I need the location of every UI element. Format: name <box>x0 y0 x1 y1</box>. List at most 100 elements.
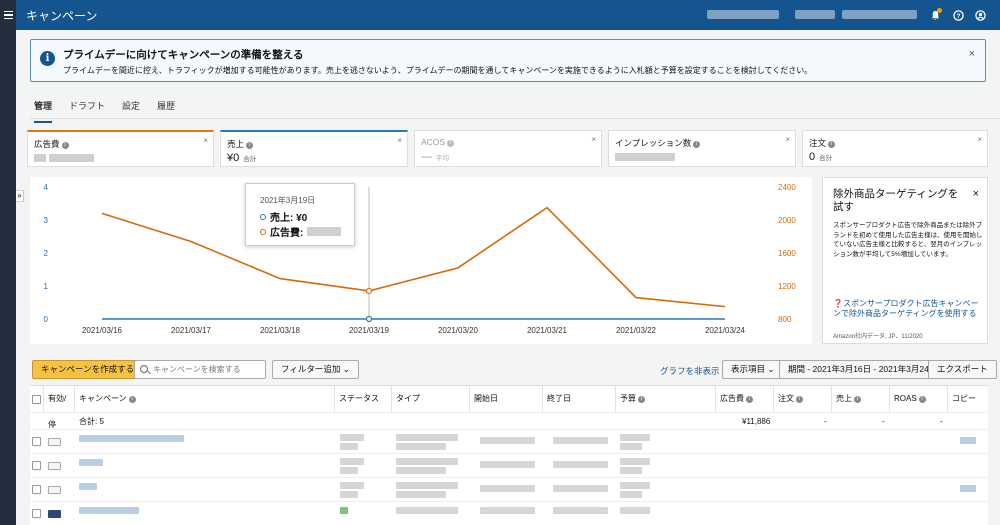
tooltip-sales: 売上: ¥0 <box>270 213 308 224</box>
metric-card-spend[interactable]: 広告費 i × <box>27 130 214 167</box>
columns-button[interactable]: 表示項目 ⌄ <box>722 360 784 379</box>
column-header-roas[interactable]: ROAS i <box>890 386 948 412</box>
column-header-budget[interactable]: 予算 i <box>616 386 716 412</box>
campaign-name-blurred[interactable] <box>79 483 97 490</box>
remove-metric-icon[interactable]: × <box>397 136 402 145</box>
metric-card-orders[interactable]: 注文 i × 0 合計 <box>802 130 988 167</box>
left-axis-tick-label: 3 <box>44 216 49 225</box>
select-all-checkbox[interactable] <box>32 395 41 404</box>
remove-metric-icon[interactable]: × <box>203 136 208 145</box>
notification-dot <box>937 8 942 13</box>
x-axis-tick-label: 2021/03/19 <box>349 326 390 335</box>
tab-drafts[interactable]: ドラフト <box>69 99 105 123</box>
column-header-active[interactable]: 有効/停 <box>44 386 75 429</box>
metric-card-impressions[interactable]: インプレッション数 i × <box>608 130 796 167</box>
total-sales: - <box>882 417 885 426</box>
column-header-status[interactable]: ステータス <box>335 386 392 412</box>
chart-tooltip: 2021年3月19日 売上: ¥0 広告費: <box>245 183 355 246</box>
tab-manage[interactable]: 管理 <box>34 99 53 123</box>
x-axis-tick-label: 2021/03/24 <box>705 326 746 335</box>
hide-graph-link[interactable]: グラフを非表示 <box>660 365 720 377</box>
search-icon <box>140 365 148 373</box>
info-icon: i <box>828 141 836 148</box>
marketplace-blurred <box>795 10 835 19</box>
left-axis-tick-label: 1 <box>44 282 49 291</box>
column-header-spend[interactable]: 広告費 i <box>716 386 774 412</box>
promo-link[interactable]: ❓スポンサープロダクト広告キャンペーンで除外商品ターゲティングを使用する <box>833 299 983 319</box>
column-header-sales[interactable]: 売上 i <box>832 386 890 412</box>
close-icon[interactable]: × <box>969 48 975 60</box>
remove-metric-icon[interactable]: × <box>785 135 790 144</box>
total-row: 合計: 5 ¥11,886 - - - <box>30 412 988 429</box>
total-label: 合計: 5 <box>79 417 104 426</box>
tooltip-spend-value-blurred <box>307 227 342 236</box>
info-icon: i <box>246 142 254 149</box>
close-icon[interactable]: × <box>973 188 979 200</box>
metric-label: ACOS <box>421 137 446 147</box>
export-button[interactable]: エクスポート <box>928 360 997 379</box>
account-info-blurred <box>707 10 779 19</box>
column-header-type[interactable]: タイプ <box>392 386 470 412</box>
metric-card-sales[interactable]: 売上 i × ¥0 合計 <box>220 130 408 167</box>
promo-panel: 除外商品ターゲティングを試す × スポンサープロダクト広告で除外商品または除外ブ… <box>822 177 988 344</box>
metric-label: 注文 <box>809 138 827 148</box>
table-row[interactable] <box>30 477 988 501</box>
x-axis-tick-label: 2021/03/18 <box>260 326 301 335</box>
tooltip-spend: 広告費: <box>270 228 304 239</box>
info-icon: i <box>61 142 69 149</box>
left-axis-tick-label: 0 <box>44 315 49 324</box>
tab-settings[interactable]: 設定 <box>122 99 140 123</box>
campaign-name-blurred[interactable] <box>79 435 184 442</box>
column-header-campaign[interactable]: キャンペーン i <box>75 386 335 412</box>
right-axis-tick-label: 2000 <box>778 216 796 225</box>
promo-body: スポンサープロダクト広告で除外商品または除外ブランドを初めて使用した広告主様は、… <box>833 222 983 258</box>
metric-sub: 合計 <box>243 156 257 163</box>
date-range-button[interactable]: 期間 - 2021年3月16日 - 2021年3月24日 <box>779 360 947 379</box>
create-campaign-button[interactable]: キャンペーンを作成する <box>32 360 144 379</box>
campaign-name-blurred[interactable] <box>79 507 139 514</box>
active-toggle[interactable] <box>48 510 61 518</box>
table-row[interactable] <box>30 453 988 477</box>
left-axis-tick-label: 4 <box>44 183 49 192</box>
series-point-spend <box>365 287 373 295</box>
chart-svg: 0 1 2 3 4 800 1200 1600 2000 2400 2021/03/16 2021/0… <box>44 183 797 335</box>
column-header-orders[interactable]: 注文 i <box>774 386 832 412</box>
active-toggle[interactable] <box>48 462 61 470</box>
remove-metric-icon[interactable]: × <box>591 135 596 144</box>
menu-icon[interactable] <box>0 0 16 30</box>
info-icon: i <box>447 140 455 147</box>
table-row[interactable] <box>30 501 988 525</box>
tab-history[interactable]: 履歴 <box>157 99 175 123</box>
right-axis-tick-label: 1200 <box>778 282 796 291</box>
column-header-start-date[interactable]: 開始日 <box>470 386 543 412</box>
total-orders: - <box>824 417 827 426</box>
right-axis-tick-label: 2400 <box>778 183 796 192</box>
left-axis-tick-label: 2 <box>44 249 49 258</box>
row-checkbox[interactable] <box>32 509 41 518</box>
add-filter-button[interactable]: フィルター追加 ⌄ <box>272 360 359 379</box>
metric-card-acos[interactable]: ACOS i × — 平均 <box>414 130 602 167</box>
help-icon[interactable]: ? <box>952 9 964 21</box>
question-icon: ❓ <box>833 299 843 308</box>
row-checkbox[interactable] <box>32 437 41 446</box>
total-spend: ¥11,886 <box>742 417 771 426</box>
campaign-table: 有効/停 キャンペーン i ステータス タイプ 開始日 終了日 予算 i 広告費 i … <box>30 385 988 525</box>
metric-label: インプレッション数 <box>615 138 692 148</box>
right-axis-tick-label: 1600 <box>778 249 796 258</box>
table-row[interactable] <box>30 429 988 453</box>
account-icon[interactable] <box>974 9 986 21</box>
info-banner: i プライムデーに向けてキャンペーンの準備を整える プライムデーを間近に控え、ト… <box>30 39 986 82</box>
campaign-search-input[interactable]: キャンペーンを検索する <box>134 360 266 379</box>
remove-metric-icon[interactable]: × <box>977 135 982 144</box>
svg-text:?: ? <box>956 12 960 19</box>
bell-icon[interactable] <box>929 8 942 21</box>
campaign-name-blurred[interactable] <box>79 459 103 466</box>
row-checkbox[interactable] <box>32 485 41 494</box>
active-toggle[interactable] <box>48 486 61 494</box>
active-toggle[interactable] <box>48 438 61 446</box>
expand-sidebar-icon[interactable]: » <box>16 190 24 202</box>
column-header-copy[interactable]: コピー <box>948 386 988 412</box>
promo-title: 除外商品ターゲティングを試す <box>833 188 959 213</box>
column-header-end-date[interactable]: 終了日 <box>543 386 616 412</box>
row-checkbox[interactable] <box>32 461 41 470</box>
